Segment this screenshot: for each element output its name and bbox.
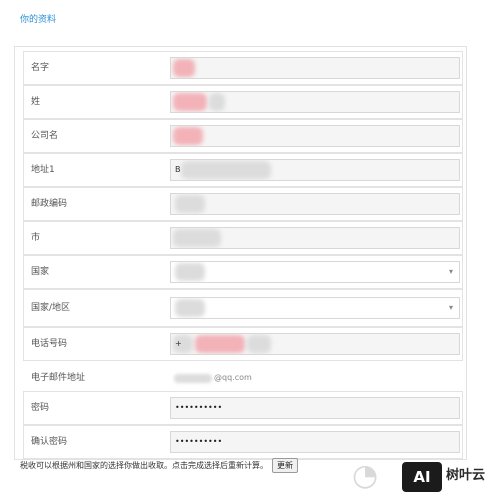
redaction-blur [209,93,225,111]
country-label: 国家 [31,267,50,277]
update-button[interactable]: 更新 [272,458,298,473]
phone-label: 电话号码 [31,339,68,349]
city-input[interactable] [170,227,460,249]
redaction-blur [181,161,271,179]
confirm-password-value: •••••••••• [175,437,223,446]
watermark-text: 树叶云 [446,468,486,483]
profile-form: 名字 姓 公司名 地址1 B 邮政编码 市 国家 ▾ 国家/地区 ▾ 电话号码 … [14,46,467,460]
redaction-blur [247,335,271,353]
redaction-blur [175,263,205,281]
redaction-blur [173,59,195,77]
tax-note: 税收可以根据州和国家的选择你做出收取。点击完成选择后重新计算。 更新 [20,458,298,473]
address-label: 地址1 [31,165,55,175]
company-label: 公司名 [31,131,59,141]
row-email: 电子邮件地址 @qq.com [23,361,463,395]
region-label: 国家/地区 [31,303,71,313]
address-input[interactable]: B [170,159,460,181]
redaction-blur [175,195,205,213]
watermark-mark-icon: ◔ [352,458,379,493]
section-title: 你的资料 [20,15,57,25]
tax-note-text: 税收可以根据州和国家的选择你做出收取。点击完成选择后重新计算。 [20,461,268,470]
password-value: •••••••••• [175,403,223,412]
password-input[interactable]: •••••••••• [170,397,460,419]
chevron-down-icon: ▾ [448,303,453,312]
row-last-name: 姓 [23,85,463,119]
country-select[interactable]: ▾ [170,261,460,283]
postal-code-input[interactable] [170,193,460,215]
city-label: 市 [31,233,41,243]
redaction-blur [175,299,205,317]
redaction-blur [174,374,212,383]
email-value: @qq.com [214,373,252,382]
watermark: ◔ AI 树叶云 [352,452,500,500]
last-name-label: 姓 [31,97,41,107]
row-first-name: 名字 [23,51,463,85]
row-phone: 电话号码 + [23,327,463,361]
row-region: 国家/地区 ▾ [23,289,463,327]
chevron-down-icon: ▾ [448,267,453,276]
row-postal-code: 邮政编码 [23,187,463,221]
row-city: 市 [23,221,463,255]
row-country: 国家 ▾ [23,255,463,289]
company-input[interactable] [170,125,460,147]
confirm-password-input[interactable]: •••••••••• [170,431,460,453]
region-select[interactable]: ▾ [170,297,460,319]
redaction-blur [173,93,207,111]
redaction-blur [195,335,245,353]
first-name-input[interactable] [170,57,460,79]
watermark-logo: AI [402,462,442,492]
redaction-blur [173,229,221,247]
redaction-blur [173,127,203,145]
postal-code-label: 邮政编码 [31,199,68,209]
row-company: 公司名 [23,119,463,153]
password-label: 密码 [31,403,50,413]
first-name-label: 名字 [31,63,50,73]
confirm-password-label: 确认密码 [31,437,68,447]
phone-input[interactable]: + [170,333,460,355]
last-name-input[interactable] [170,91,460,113]
email-label: 电子邮件地址 [31,373,86,383]
row-password: 密码 •••••••••• [23,391,463,425]
row-address: 地址1 B [23,153,463,187]
